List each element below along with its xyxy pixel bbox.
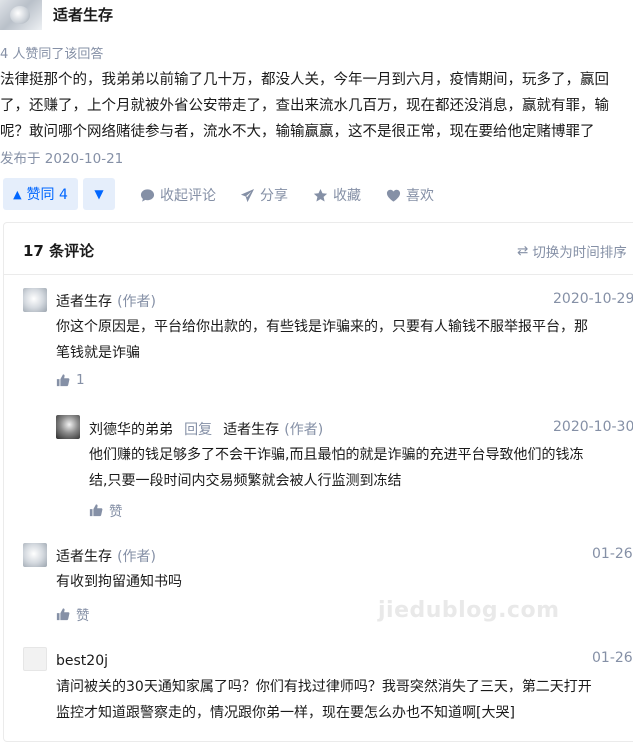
reply-target-name[interactable]: 适者生存 (223, 422, 279, 438)
comment-text: 有收到拘留通知书吗 (56, 569, 182, 595)
thumbs-up-icon (56, 608, 70, 621)
favorite-label: 收藏 (333, 188, 361, 204)
comment-line: 请问被关的30天通知家属了吗？你们有找过律师吗？我哥突然消失了三天，第二天打开 (56, 679, 592, 695)
like-count: 1 (76, 372, 85, 388)
comment-text: 请问被关的30天通知家属了吗？你们有找过律师吗？我哥突然消失了三天，第二天打开 … (56, 674, 592, 726)
thumbs-up-icon (56, 374, 70, 387)
thumbs-up-icon (89, 504, 103, 517)
like-label: 喜欢 (406, 188, 434, 204)
author-tag: (作者) (117, 549, 157, 565)
comment-meta: best20j (56, 650, 108, 669)
upvote-summary: 4 人赞同了该回答 (0, 47, 104, 62)
comment-line: 他们赚的钱足够多了不会干诈骗,而且最怕的就是诈骗的充进平台导致他们的钱冻 (89, 447, 584, 463)
commenter-name[interactable]: 适者生存 (56, 549, 112, 565)
star-icon (313, 188, 328, 201)
commenter-name[interactable]: 适者生存 (56, 294, 112, 310)
watermark: jiedublog.com (378, 598, 560, 623)
comment-line: 结,只要一段时间内交易频繁就会被人行监测到冻结 (89, 473, 402, 489)
collapse-comments-label: 收起评论 (160, 188, 216, 204)
author-tag: (作者) (117, 294, 157, 310)
comment-line: 你这个原因是，平台给你出款的，有些钱是诈骗来的，只要有人输钱不服举报平台，那 (56, 319, 588, 335)
comment-like-button[interactable]: 1 (56, 372, 85, 388)
commenter-name[interactable]: best20j (56, 653, 108, 669)
comment-date: 01-26 (592, 546, 633, 562)
answer-line: 法律挺那个的，我弟弟以前输了几十万，都没人关，今年一月到六月，疫情期间，玩多了，… (0, 72, 609, 88)
sort-toggle-label: 切换为时间排序 (532, 245, 627, 261)
reply-label: 回复 (184, 422, 213, 438)
answer-content: 法律挺那个的，我弟弟以前输了几十万，都没人关，今年一月到六月，疫情期间，玩多了，… (0, 67, 633, 145)
avatar[interactable] (56, 415, 80, 439)
comment-meta: 适者生存 (作者) (56, 546, 156, 566)
collapse-comments-button[interactable]: 收起评论 (140, 185, 216, 205)
comment-line: 监控才知道跟警察走的，情况跟你弟一样，现在要怎么办也不知道啊[大哭] (56, 705, 515, 721)
like-label: 赞 (76, 608, 90, 624)
comment-like-button[interactable]: 赞 (56, 604, 90, 624)
comment-line: 笔钱就是诈骗 (56, 345, 140, 361)
comment-date: 2020-10-30 (553, 419, 633, 435)
commenter-name[interactable]: 刘德华的弟弟 (89, 422, 173, 438)
comment-date: 01-26 (592, 650, 633, 666)
switch-arrows-icon: ⇄ (517, 243, 529, 259)
comment-like-button[interactable]: 赞 (89, 500, 123, 520)
downvote-button[interactable]: ▼ (83, 178, 115, 210)
comment-meta: 刘德华的弟弟 回复 适者生存 (作者) (89, 419, 323, 439)
upvote-label: 赞同 4 (26, 187, 68, 203)
triangle-up-icon: ▲ (13, 187, 22, 201)
heart-icon (386, 189, 401, 202)
comment-text: 你这个原因是，平台给你出款的，有些钱是诈骗来的，只要有人输钱不服举报平台，那 笔… (56, 314, 588, 366)
author-name[interactable]: 适者生存 (53, 4, 113, 25)
comment-date: 2020-10-29 (553, 291, 633, 307)
send-icon (240, 188, 255, 202)
share-button[interactable]: 分享 (240, 185, 288, 205)
divider (4, 274, 633, 275)
comment-icon (140, 188, 155, 202)
avatar[interactable] (23, 647, 47, 671)
comment-text: 他们赚的钱足够多了不会干诈骗,而且最怕的就是诈骗的充进平台导致他们的钱冻 结,只… (89, 442, 583, 494)
author-avatar[interactable] (0, 0, 42, 30)
answer-line: 呢？敢问哪个网络赌徒参与者，流水不大，输输赢赢，这不是很正常，现在要给他定赌博罪… (0, 124, 595, 140)
answer-line: 了，还赚了，上个月就被外省公安带走了，查出来流水几百万，现在都还没消息，赢就有罪… (0, 98, 609, 114)
share-label: 分享 (260, 188, 288, 204)
comment-line: 有收到拘留通知书吗 (56, 574, 182, 590)
sort-toggle-button[interactable]: ⇄ 切换为时间排序 (517, 241, 627, 261)
avatar[interactable] (23, 543, 47, 567)
author-tag: (作者) (284, 422, 324, 438)
comments-count: 17 条评论 (23, 242, 95, 260)
avatar[interactable] (23, 288, 47, 312)
comment-meta: 适者生存 (作者) (56, 291, 156, 311)
like-label: 赞 (109, 504, 123, 520)
like-button[interactable]: 喜欢 (386, 185, 434, 205)
triangle-down-icon: ▼ (94, 187, 104, 201)
publish-date: 发布于 2020-10-21 (0, 151, 124, 167)
favorite-button[interactable]: 收藏 (313, 185, 361, 205)
upvote-button[interactable]: ▲ 赞同 4 (3, 178, 78, 210)
